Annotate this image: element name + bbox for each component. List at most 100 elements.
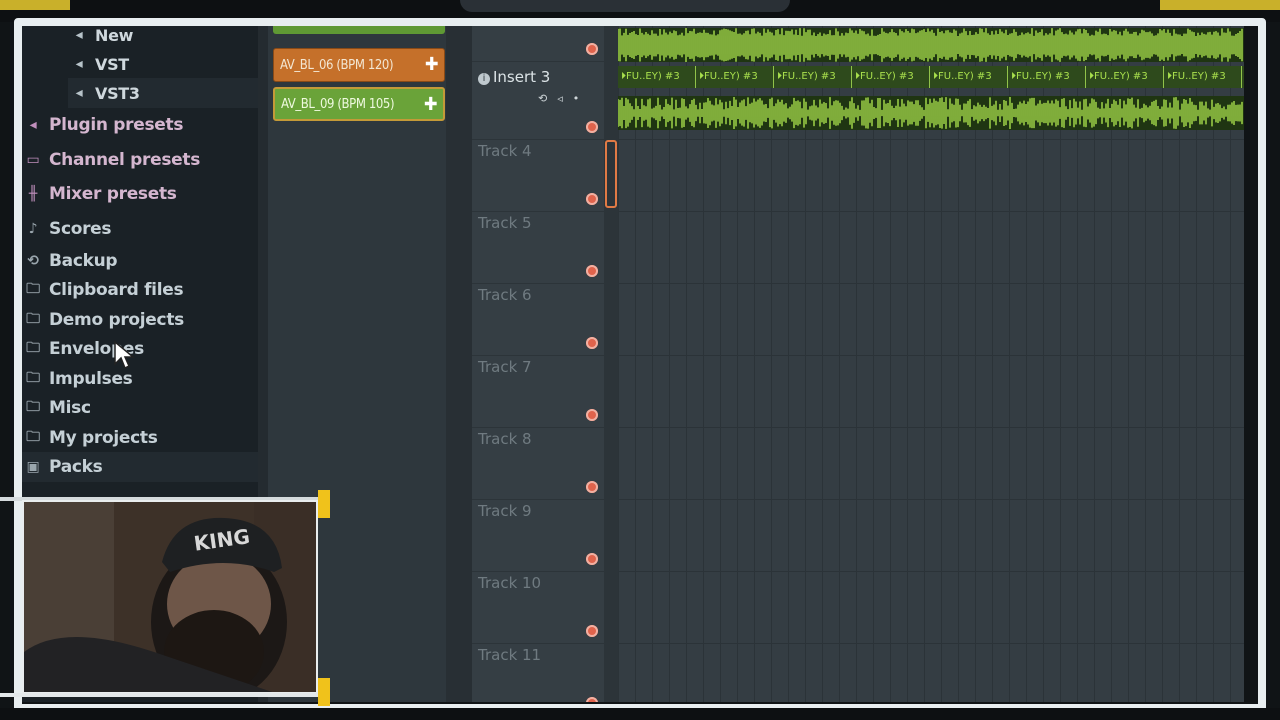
browser-item-label: Mixer presets: [49, 184, 177, 204]
track-label: Track 4: [478, 142, 532, 160]
webcam-overlay: KING: [22, 500, 318, 694]
pattern-item-partial[interactable]: [273, 26, 445, 34]
track-record-dot[interactable]: [586, 337, 598, 349]
browser-item-channel-presets[interactable]: ▭ Channel presets: [22, 145, 258, 175]
pattern-clips: ⏵FU..EY) #3 ⏵FU..EY) #3 ⏵FU..EY) #3 ⏵FU..EY…: [618, 66, 1244, 88]
track-header-insert3[interactable]: i Insert 3 ⟲◃•: [472, 62, 604, 140]
track-label: Track 11: [478, 646, 542, 664]
pattern-label: AV_BL_06 (BPM 120): [280, 57, 394, 73]
track-record-dot[interactable]: [586, 553, 598, 565]
track-header[interactable]: [472, 26, 604, 62]
track-header[interactable]: Track 4: [472, 140, 604, 212]
track-header[interactable]: Track 5: [472, 212, 604, 284]
browser-item-vst[interactable]: ◂ VST: [68, 49, 258, 79]
browser-item-label: Channel presets: [49, 150, 201, 170]
mixer-presets-icon: ╫: [28, 186, 38, 202]
track-record-dot[interactable]: [586, 193, 598, 205]
browser-item-label: New: [95, 26, 134, 45]
track-label: Track 7: [478, 358, 532, 376]
panel-divider[interactable]: [446, 26, 472, 702]
track-label: Track 9: [478, 502, 532, 520]
waveform: [618, 96, 1244, 130]
audio-clip[interactable]: [618, 28, 1244, 62]
track-record-dot[interactable]: [586, 481, 598, 493]
folder-icon: 🗀: [26, 370, 40, 386]
frame-top-highlight: [460, 0, 790, 12]
pattern-clip[interactable]: ⏵FU..EY) #3: [696, 66, 774, 88]
browser-item-label: Scores: [49, 219, 112, 239]
track-header[interactable]: Track 6: [472, 284, 604, 356]
insert-text: Insert 3: [493, 68, 551, 86]
folder-icon: 🗀: [26, 281, 40, 297]
browser-item-backup[interactable]: ⟲ Backup: [22, 246, 258, 276]
insert-label: i Insert 3: [478, 68, 550, 86]
pattern-clip[interactable]: ⏵FU..EY) #3: [1008, 66, 1086, 88]
packs-folder-icon: ▣: [26, 459, 40, 475]
pattern-label: AV_BL_09 (BPM 105): [281, 96, 395, 112]
webcam-person-image: KING: [24, 502, 316, 692]
browser-item-plugin-presets[interactable]: ◂ Plugin presets: [22, 110, 258, 140]
playlist-grid-edge: [604, 26, 618, 702]
browser-item-label: Plugin presets: [49, 115, 184, 135]
track-record-dot[interactable]: [586, 409, 598, 421]
track-header[interactable]: Track 9: [472, 500, 604, 572]
plugin-icon: ◂: [75, 56, 83, 72]
track-headers: i Insert 3 ⟲◃• Track 4 Track 5 Track 6 Tr…: [472, 26, 604, 702]
browser-item-vst3[interactable]: ◂ VST3: [68, 78, 258, 108]
browser-item-new[interactable]: ◂ New: [68, 26, 258, 50]
pattern-clip[interactable]: ⏵FU..EY) #3: [618, 66, 696, 88]
browser-item-label: VST: [95, 54, 129, 74]
frame-accent-right: [1160, 0, 1280, 10]
browser-item-label: My projects: [49, 428, 158, 448]
track-header[interactable]: Track 8: [472, 428, 604, 500]
backup-folder-icon: ⟲: [27, 253, 39, 269]
add-pattern-icon[interactable]: ✚: [425, 54, 439, 75]
track-header[interactable]: Track 10: [472, 572, 604, 644]
channel-presets-icon: ▭: [26, 152, 40, 168]
browser-item-label: Misc: [49, 398, 91, 418]
waveform: [618, 28, 1244, 62]
browser-item-envelopes[interactable]: 🗀 Envelopes: [22, 334, 258, 364]
track-header[interactable]: Track 7: [472, 356, 604, 428]
track-label: Track 8: [478, 430, 532, 448]
browser-item-clipboard-files[interactable]: 🗀 Clipboard files: [22, 275, 258, 305]
frame-accent-left: [0, 0, 70, 10]
folder-icon: 🗀: [26, 429, 40, 445]
browser-item-mixer-presets[interactable]: ╫ Mixer presets: [22, 179, 258, 209]
track-header[interactable]: Track 11: [472, 644, 604, 702]
pattern-clip[interactable]: ⏵FU..EY) #3: [1164, 66, 1242, 88]
track-record-dot[interactable]: [586, 625, 598, 637]
track-label: Track 5: [478, 214, 532, 232]
pattern-clip[interactable]: ⏵FU..EY) #3: [852, 66, 930, 88]
browser-item-scores[interactable]: ♪ Scores: [22, 214, 258, 244]
track-record-dot[interactable]: [586, 43, 598, 55]
browser-item-misc[interactable]: 🗀 Misc: [22, 393, 258, 423]
track-record-dot[interactable]: [586, 265, 598, 277]
browser-item-packs[interactable]: ▣ Packs: [22, 452, 258, 482]
pattern-clip[interactable]: ⏵FU..EY) #3: [1086, 66, 1164, 88]
folder-icon: 🗀: [26, 311, 40, 327]
pattern-item[interactable]: AV_BL_06 (BPM 120) ✚: [273, 48, 445, 82]
info-icon: i: [478, 73, 490, 85]
browser-item-impulses[interactable]: 🗀 Impulses: [22, 364, 258, 394]
track-record-dot[interactable]: [586, 697, 598, 702]
browser-item-demo-projects[interactable]: 🗀 Demo projects: [22, 305, 258, 335]
browser-item-label: Backup: [49, 251, 118, 271]
track-record-dot[interactable]: [586, 121, 598, 133]
pattern-clip[interactable]: ⏵FU..EY) #3: [774, 66, 852, 88]
webcam-bracket-bottom: [318, 678, 330, 706]
track-label: Track 6: [478, 286, 532, 304]
insert-controls[interactable]: ⟲◃•: [538, 92, 589, 105]
add-pattern-icon[interactable]: ✚: [424, 94, 438, 115]
pattern-clip-row[interactable]: ⏵FU..EY) #3 ⏵FU..EY) #3 ⏵FU..EY) #3 ⏵FU..EY…: [618, 66, 1244, 88]
browser-item-label: Demo projects: [49, 310, 184, 330]
browser-item-my-projects[interactable]: 🗀 My projects: [22, 423, 258, 453]
pattern-clip[interactable]: ⏵FU..EY) #3: [930, 66, 1008, 88]
audio-clip[interactable]: [618, 96, 1244, 130]
pattern-clip[interactable]: ⏵FU..EY) #3: [1242, 66, 1244, 88]
pattern-item[interactable]: AV_BL_09 (BPM 105) ✚: [273, 87, 445, 121]
selection-marker[interactable]: [605, 140, 617, 208]
plugin-icon: ◂: [75, 27, 83, 43]
note-icon: ♪: [28, 221, 38, 237]
stream-frame: ◂ New ◂ VST ◂ VST3 ◂ Plugin presets ▭ Ch…: [0, 0, 1280, 720]
